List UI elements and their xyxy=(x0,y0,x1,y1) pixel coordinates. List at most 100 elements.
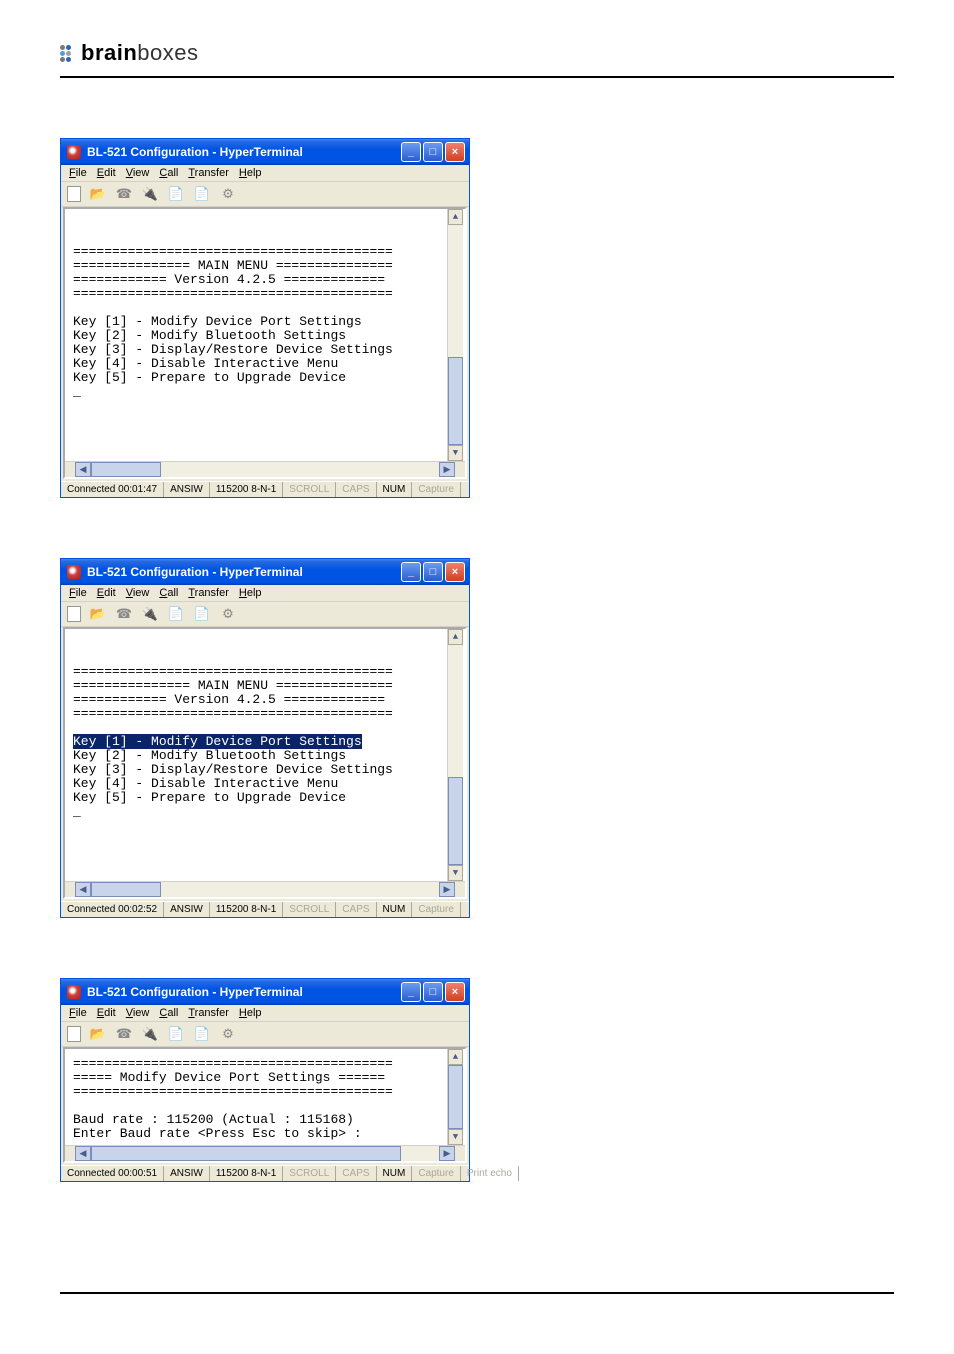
app-icon xyxy=(67,565,81,579)
receive-icon[interactable]: 📄 xyxy=(193,605,211,623)
menu-file[interactable]: File xyxy=(69,167,87,179)
status-print: Print echo xyxy=(461,1166,519,1181)
hscroll-thumb[interactable] xyxy=(91,462,161,477)
call-icon[interactable]: ☎ xyxy=(115,185,133,203)
menu-edit[interactable]: Edit xyxy=(97,587,116,599)
minimize-button[interactable]: _ xyxy=(401,982,421,1002)
send-icon[interactable]: 📄 xyxy=(167,185,185,203)
scroll-left-icon[interactable]: ◀ xyxy=(75,882,91,897)
send-icon[interactable]: 📄 xyxy=(167,605,185,623)
new-icon[interactable] xyxy=(67,1026,81,1042)
terminal-output[interactable]: ========================================… xyxy=(65,1049,465,1145)
horizontal-scrollbar[interactable]: ◀▶ xyxy=(65,881,465,897)
status-scroll: SCROLL xyxy=(283,482,336,497)
disconnect-icon[interactable]: 🔌 xyxy=(141,1025,159,1043)
properties-icon[interactable]: ⚙ xyxy=(219,605,237,623)
hscroll-track[interactable] xyxy=(91,882,439,897)
minimize-button[interactable]: _ xyxy=(401,562,421,582)
new-icon[interactable] xyxy=(67,606,81,622)
call-icon[interactable]: ☎ xyxy=(115,605,133,623)
disconnect-icon[interactable]: 🔌 xyxy=(141,605,159,623)
menu-edit[interactable]: Edit xyxy=(97,167,116,179)
menu-file[interactable]: File xyxy=(69,587,87,599)
minimize-button[interactable]: _ xyxy=(401,142,421,162)
hscroll-thumb[interactable] xyxy=(91,882,161,897)
menu-transfer[interactable]: Transfer xyxy=(188,587,229,599)
open-icon[interactable]: 📂 xyxy=(89,1025,107,1043)
scroll-down-icon[interactable]: ▼ xyxy=(448,1129,463,1145)
maximize-button[interactable]: □ xyxy=(423,562,443,582)
menu-transfer[interactable]: Transfer xyxy=(188,167,229,179)
close-button[interactable]: × xyxy=(445,142,465,162)
disconnect-icon[interactable]: 🔌 xyxy=(141,185,159,203)
scroll-track[interactable] xyxy=(448,1065,463,1129)
menu-view[interactable]: View xyxy=(126,1007,150,1019)
new-icon[interactable] xyxy=(67,186,81,202)
vertical-scrollbar[interactable]: ▲▼ xyxy=(447,629,463,881)
menu-help[interactable]: Help xyxy=(239,1007,262,1019)
scroll-up-icon[interactable]: ▲ xyxy=(448,1049,463,1065)
open-icon[interactable]: 📂 xyxy=(89,605,107,623)
scroll-right-icon[interactable]: ▶ xyxy=(439,882,455,897)
scroll-thumb[interactable] xyxy=(448,357,463,445)
footer-rule xyxy=(60,1292,894,1294)
vertical-scrollbar[interactable]: ▲▼ xyxy=(447,1049,463,1145)
status-caps: CAPS xyxy=(336,1166,376,1181)
menu-file[interactable]: File xyxy=(69,1007,87,1019)
terminal-line: Key [3] - Display/Restore Device Setting… xyxy=(73,342,393,357)
scroll-thumb[interactable] xyxy=(448,1065,463,1129)
window-titlebar[interactable]: BL-521 Configuration - HyperTerminal_□× xyxy=(61,979,469,1005)
menu-call[interactable]: Call xyxy=(159,587,178,599)
close-button[interactable]: × xyxy=(445,562,465,582)
vertical-scrollbar[interactable]: ▲▼ xyxy=(447,209,463,461)
scroll-track[interactable] xyxy=(448,225,463,445)
toolbar: 📂 ☎ 🔌 📄 📄 ⚙ xyxy=(61,181,469,207)
hscroll-track[interactable] xyxy=(91,462,439,477)
scroll-up-icon[interactable]: ▲ xyxy=(448,629,463,645)
scroll-right-icon[interactable]: ▶ xyxy=(439,1146,455,1161)
call-icon[interactable]: ☎ xyxy=(115,1025,133,1043)
menu-edit[interactable]: Edit xyxy=(97,1007,116,1019)
menu-view[interactable]: View xyxy=(126,167,150,179)
scroll-right-icon[interactable]: ▶ xyxy=(439,462,455,477)
scroll-left-icon[interactable]: ◀ xyxy=(75,1146,91,1161)
close-button[interactable]: × xyxy=(445,982,465,1002)
scroll-down-icon[interactable]: ▼ xyxy=(448,445,463,461)
scroll-left-icon[interactable]: ◀ xyxy=(75,462,91,477)
window-title: BL-521 Configuration - HyperTerminal xyxy=(87,565,401,579)
terminal-line: Key [2] - Modify Bluetooth Settings xyxy=(73,748,346,763)
menu-call[interactable]: Call xyxy=(159,1007,178,1019)
scroll-thumb[interactable] xyxy=(448,777,463,865)
properties-icon[interactable]: ⚙ xyxy=(219,1025,237,1043)
status-config: 115200 8-N-1 xyxy=(210,902,283,917)
menu-help[interactable]: Help xyxy=(239,587,262,599)
hscroll-track[interactable] xyxy=(91,1146,439,1161)
menu-call[interactable]: Call xyxy=(159,167,178,179)
scroll-track[interactable] xyxy=(448,645,463,865)
terminal-line: Key [3] - Display/Restore Device Setting… xyxy=(73,762,393,777)
maximize-button[interactable]: □ xyxy=(423,142,443,162)
page-header: brainboxes xyxy=(60,40,894,78)
horizontal-scrollbar[interactable]: ◀▶ xyxy=(65,461,465,477)
terminal-line: Baud rate : 115200 (Actual : 115168) xyxy=(73,1112,354,1127)
menu-help[interactable]: Help xyxy=(239,167,262,179)
send-icon[interactable]: 📄 xyxy=(167,1025,185,1043)
receive-icon[interactable]: 📄 xyxy=(193,185,211,203)
terminal-output[interactable]: ========================================… xyxy=(65,629,465,881)
window-titlebar[interactable]: BL-521 Configuration - HyperTerminal_□× xyxy=(61,139,469,165)
terminal-line: =============== MAIN MENU ==============… xyxy=(73,678,393,693)
scroll-up-icon[interactable]: ▲ xyxy=(448,209,463,225)
hscroll-thumb[interactable] xyxy=(91,1146,401,1161)
maximize-button[interactable]: □ xyxy=(423,982,443,1002)
statusbar: Connected 00:01:47ANSIW115200 8-N-1SCROL… xyxy=(61,481,469,497)
scroll-down-icon[interactable]: ▼ xyxy=(448,865,463,881)
terminal-line: ========================================… xyxy=(73,244,393,259)
receive-icon[interactable]: 📄 xyxy=(193,1025,211,1043)
properties-icon[interactable]: ⚙ xyxy=(219,185,237,203)
menu-transfer[interactable]: Transfer xyxy=(188,1007,229,1019)
menu-view[interactable]: View xyxy=(126,587,150,599)
horizontal-scrollbar[interactable]: ◀▶ xyxy=(65,1145,465,1161)
window-titlebar[interactable]: BL-521 Configuration - HyperTerminal_□× xyxy=(61,559,469,585)
open-icon[interactable]: 📂 xyxy=(89,185,107,203)
terminal-output[interactable]: ========================================… xyxy=(65,209,465,461)
